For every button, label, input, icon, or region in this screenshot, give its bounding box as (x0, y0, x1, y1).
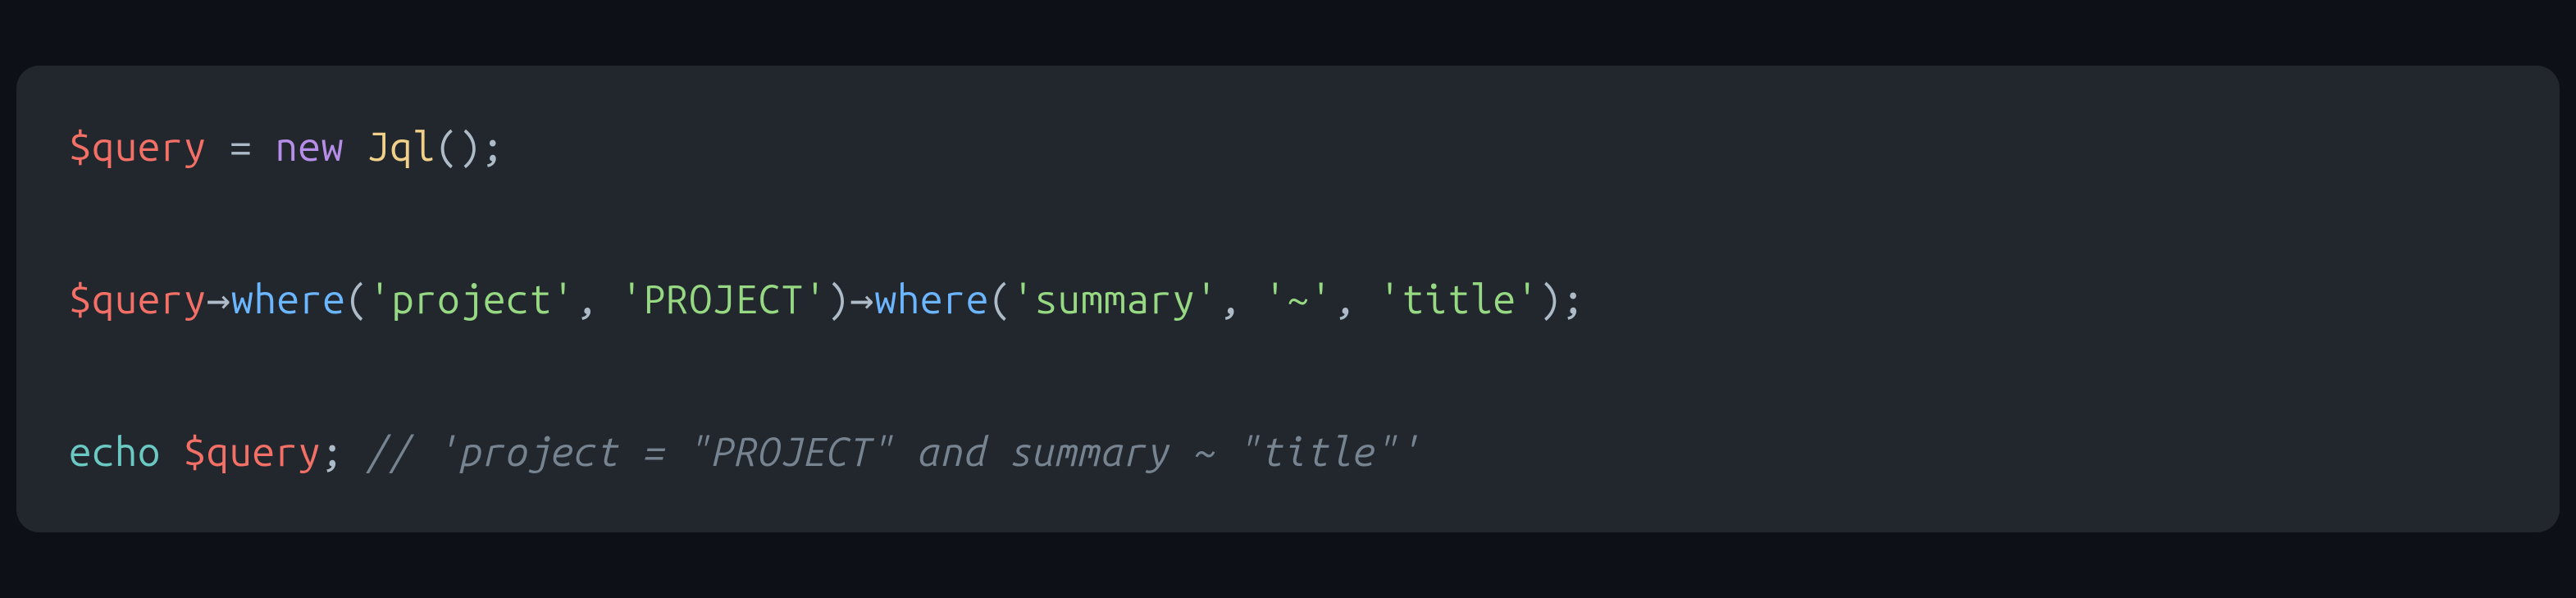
operator-token: = (207, 124, 276, 169)
string-token: 'PROJECT' (621, 276, 827, 322)
space-token (161, 429, 184, 474)
punct-token: ( (345, 276, 368, 322)
punct-token: ( (989, 276, 1012, 322)
method-token: where (874, 276, 989, 322)
variable-token: $query (69, 276, 207, 322)
keyword-token: new (275, 124, 344, 169)
method-token: where (231, 276, 346, 322)
blank-line (69, 185, 2507, 261)
punct-token: ; (321, 429, 367, 474)
variable-token: $query (69, 124, 207, 169)
arrow-token: → (850, 276, 874, 322)
string-token: 'title' (1379, 276, 1539, 322)
keyword-token: echo (69, 429, 161, 474)
punct-token: ); (1539, 276, 1584, 322)
code-block: $query = new Jql(); $query→where('projec… (16, 66, 2560, 532)
punct-token: , (1218, 276, 1264, 322)
punct-token: , (1333, 276, 1379, 322)
punct-token: ) (827, 276, 850, 322)
comment-token: // 'project = "PROJECT" and summary ~ "t… (367, 429, 1420, 474)
string-token: 'project' (368, 276, 574, 322)
string-token: '~' (1264, 276, 1333, 322)
punct-token: (); (435, 124, 504, 169)
class-token: Jql (367, 124, 435, 169)
space-token (344, 124, 367, 169)
string-token: 'summary' (1012, 276, 1218, 322)
variable-token: $query (184, 429, 321, 474)
code-line-5: echo $query; // 'project = "PROJECT" and… (69, 413, 2507, 490)
punct-token: , (575, 276, 621, 322)
code-line-3: $query→where('project', 'PROJECT')→where… (69, 261, 2507, 337)
blank-line (69, 337, 2507, 413)
arrow-token: → (207, 276, 231, 322)
code-line-1: $query = new Jql(); (69, 108, 2507, 185)
